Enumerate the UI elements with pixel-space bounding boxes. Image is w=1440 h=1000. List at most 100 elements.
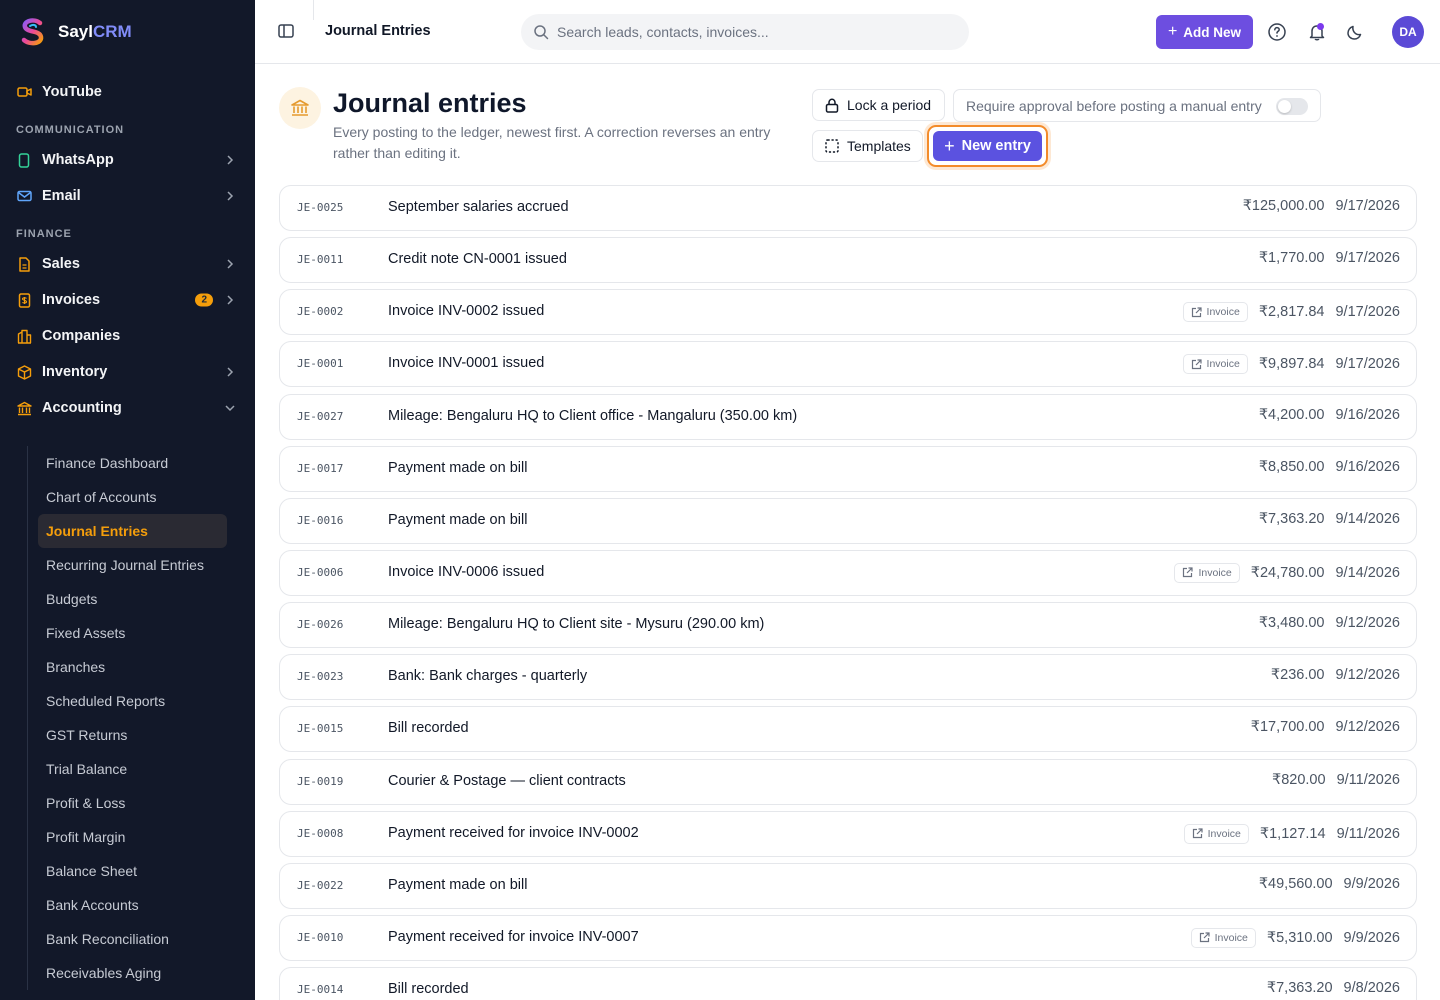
entry-date: 9/16/2026 xyxy=(1335,406,1400,423)
entry-code: JE-0026 xyxy=(297,618,344,632)
entry-code: JE-0008 xyxy=(297,826,344,840)
entry-date: 9/12/2026 xyxy=(1335,719,1400,736)
invoice-link-tag[interactable]: Invoice xyxy=(1182,354,1248,375)
entry-amount: ₹125,000.00 xyxy=(1242,198,1325,214)
page-description: Every posting to the ledger, newest firs… xyxy=(333,124,771,161)
sidebar-subitem-profit-loss[interactable]: Profit & Loss xyxy=(38,786,227,820)
brand[interactable]: SaylCRM xyxy=(0,0,255,64)
sidebar-item-accounting[interactable]: Accounting xyxy=(0,390,255,426)
journal-entry-row[interactable]: JE-0002 Invoice INV-0002 issued Invoice ₹2,… xyxy=(279,289,1417,336)
entry-code: JE-0001 xyxy=(297,357,344,371)
journal-entry-row[interactable]: JE-0010 Payment received for invoice INV-… xyxy=(279,914,1417,961)
add-new-button[interactable]: + Add New xyxy=(1156,15,1253,49)
sidebar-item-sales[interactable]: Sales xyxy=(0,246,255,282)
journal-entry-row[interactable]: JE-0008 Payment received for invoice INV-… xyxy=(279,810,1417,857)
file-icon xyxy=(16,256,32,272)
journal-entry-row[interactable]: JE-0022 Payment made on bill ₹49,560.00 9/9… xyxy=(279,862,1417,909)
entry-date: 9/8/2026 xyxy=(1343,980,1400,997)
journal-entry-row[interactable]: JE-0006 Invoice INV-0006 issued Invoice ₹24… xyxy=(279,549,1417,596)
sidebar-subitem-finance-dashboard[interactable]: Finance Dashboard xyxy=(38,446,227,480)
approval-toggle-row[interactable]: Require approval before posting a manual… xyxy=(953,89,1321,122)
journal-entry-row[interactable]: JE-0025 September salaries accrued ₹125,00… xyxy=(279,185,1417,231)
avatar[interactable]: DA xyxy=(1392,16,1424,48)
entry-amount: ₹24,780.00 xyxy=(1250,564,1325,581)
entry-code: JE-0019 xyxy=(297,774,344,788)
phone-icon xyxy=(16,152,32,168)
help-icon[interactable] xyxy=(1267,22,1287,42)
sidebar-item-whatsapp[interactable]: WhatsApp xyxy=(0,142,255,178)
sidebar-subitem-fixed-assets[interactable]: Fixed Assets xyxy=(38,616,227,650)
entry-description: Credit note CN-0001 issued xyxy=(388,251,567,268)
approval-toggle[interactable] xyxy=(1276,98,1308,115)
search-bar[interactable] xyxy=(521,14,969,50)
entry-description: Bill recorded xyxy=(388,720,469,737)
entry-description: Invoice INV-0006 issued xyxy=(388,563,545,580)
entry-code: JE-0011 xyxy=(297,253,344,267)
entry-description: Bank: Bank charges - quarterly xyxy=(388,668,588,685)
entry-amount: ₹5,310.00 xyxy=(1266,929,1333,946)
chevron-right-icon xyxy=(227,295,234,305)
sidebar-item-companies[interactable]: Companies xyxy=(0,318,255,354)
journal-entry-row[interactable]: JE-0027 Mileage: Bengaluru HQ to Client o… xyxy=(279,393,1417,440)
moon-icon[interactable] xyxy=(1345,22,1365,42)
chevron-right-icon xyxy=(227,367,234,377)
entry-description: September salaries accrued xyxy=(388,199,569,215)
journal-entry-row[interactable]: JE-0023 Bank: Bank charges - quarterly ₹23… xyxy=(279,654,1417,701)
sidebar-subitem-balance-sheet[interactable]: Balance Sheet xyxy=(38,854,227,888)
sidebar-toggle-icon[interactable] xyxy=(277,22,295,40)
journal-entry-row[interactable]: JE-0019 Courier & Postage — client contra… xyxy=(279,758,1417,805)
sidebar-subitem-gst-returns[interactable]: GST Returns xyxy=(38,718,227,752)
journal-entry-row[interactable]: JE-0014 Bill recorded ₹7,363.20 9/8/2026 xyxy=(279,967,1417,1000)
journal-entry-row[interactable]: JE-0015 Bill recorded ₹17,700.00 9/12/2026 xyxy=(279,706,1417,753)
receipt-icon xyxy=(16,292,32,308)
sidebar-item-invoices[interactable]: Invoices 2 xyxy=(0,282,255,318)
entry-amount: ₹8,850.00 xyxy=(1258,458,1325,475)
sidebar-subitem-budgets[interactable]: Budgets xyxy=(38,582,227,616)
entry-amount: ₹7,363.20 xyxy=(1258,510,1325,527)
chevron-down-icon xyxy=(225,405,235,412)
sidebar-subitem-branches[interactable]: Branches xyxy=(38,650,227,684)
video-icon xyxy=(16,84,32,100)
sidebar-subitem-bank-accounts[interactable]: Bank Accounts xyxy=(38,888,227,922)
accounting-subnav: Finance Dashboard Chart of Accounts Journa… xyxy=(27,446,227,990)
sidebar-subitem-trial-balance[interactable]: Trial Balance xyxy=(38,752,227,786)
external-link-icon xyxy=(1191,359,1202,370)
building-icon xyxy=(16,328,32,344)
sidebar-item-inventory[interactable]: Inventory xyxy=(0,354,255,390)
journal-entry-row[interactable]: JE-0001 Invoice INV-0001 issued Invoice ₹9,… xyxy=(279,341,1417,388)
journal-entry-row[interactable]: JE-0017 Payment made on bill ₹8,850.00 9/16… xyxy=(279,445,1417,492)
entry-date: 9/16/2026 xyxy=(1335,458,1400,475)
entry-description: Payment made on bill xyxy=(388,459,528,476)
sidebar-subitem-chart-of-accounts[interactable]: Chart of Accounts xyxy=(38,480,227,514)
journal-entry-row[interactable]: JE-0026 Mileage: Bengaluru HQ to Client s… xyxy=(279,602,1417,649)
entry-code: JE-0014 xyxy=(297,983,344,997)
toggle-knob xyxy=(1278,100,1291,113)
sidebar-subitem-recurring-journal-entries[interactable]: Recurring Journal Entries xyxy=(38,548,227,582)
sidebar-item-youtube[interactable]: YouTube xyxy=(0,74,255,110)
sidebar-subitem-profit-margin[interactable]: Profit Margin xyxy=(38,820,227,854)
sidebar-subitem-bank-reconciliation[interactable]: Bank Reconciliation xyxy=(38,922,227,956)
journal-entry-row[interactable]: JE-0016 Payment made on bill ₹7,363.20 9/14… xyxy=(279,497,1417,544)
new-entry-button[interactable]: + New entry xyxy=(933,131,1042,161)
entry-description: Payment made on bill xyxy=(388,511,528,528)
invoice-link-tag[interactable]: Invoice xyxy=(1174,562,1240,583)
invoice-link-tag[interactable]: Invoice xyxy=(1183,823,1249,844)
search-input[interactable] xyxy=(557,24,937,40)
chevron-right-icon xyxy=(227,155,234,165)
entry-description: Bill recorded xyxy=(388,981,469,998)
templates-button[interactable]: Templates xyxy=(812,130,923,162)
sidebar-item-email[interactable]: Email xyxy=(0,178,255,214)
entry-date: 9/9/2026 xyxy=(1343,875,1400,892)
sidebar-subitem-receivables-aging[interactable]: Receivables Aging xyxy=(38,956,227,990)
sidebar-subitem-scheduled-reports[interactable]: Scheduled Reports xyxy=(38,684,227,718)
lock-period-button[interactable]: Lock a period xyxy=(812,89,945,121)
entry-description: Courier & Postage — client contracts xyxy=(388,772,626,789)
invoice-link-tag[interactable]: Invoice xyxy=(1182,302,1248,323)
entry-amount: ₹17,700.00 xyxy=(1250,719,1325,736)
entry-amount: ₹2,817.84 xyxy=(1258,304,1325,321)
journal-entry-row[interactable]: JE-0011 Credit note CN-0001 issued ₹1,770.… xyxy=(279,237,1417,284)
invoice-link-tag[interactable]: Invoice xyxy=(1190,927,1256,948)
entry-date: 9/9/2026 xyxy=(1343,929,1400,946)
sidebar-subitem-journal-entries[interactable]: Journal Entries xyxy=(38,514,227,548)
external-link-icon xyxy=(1199,932,1210,943)
